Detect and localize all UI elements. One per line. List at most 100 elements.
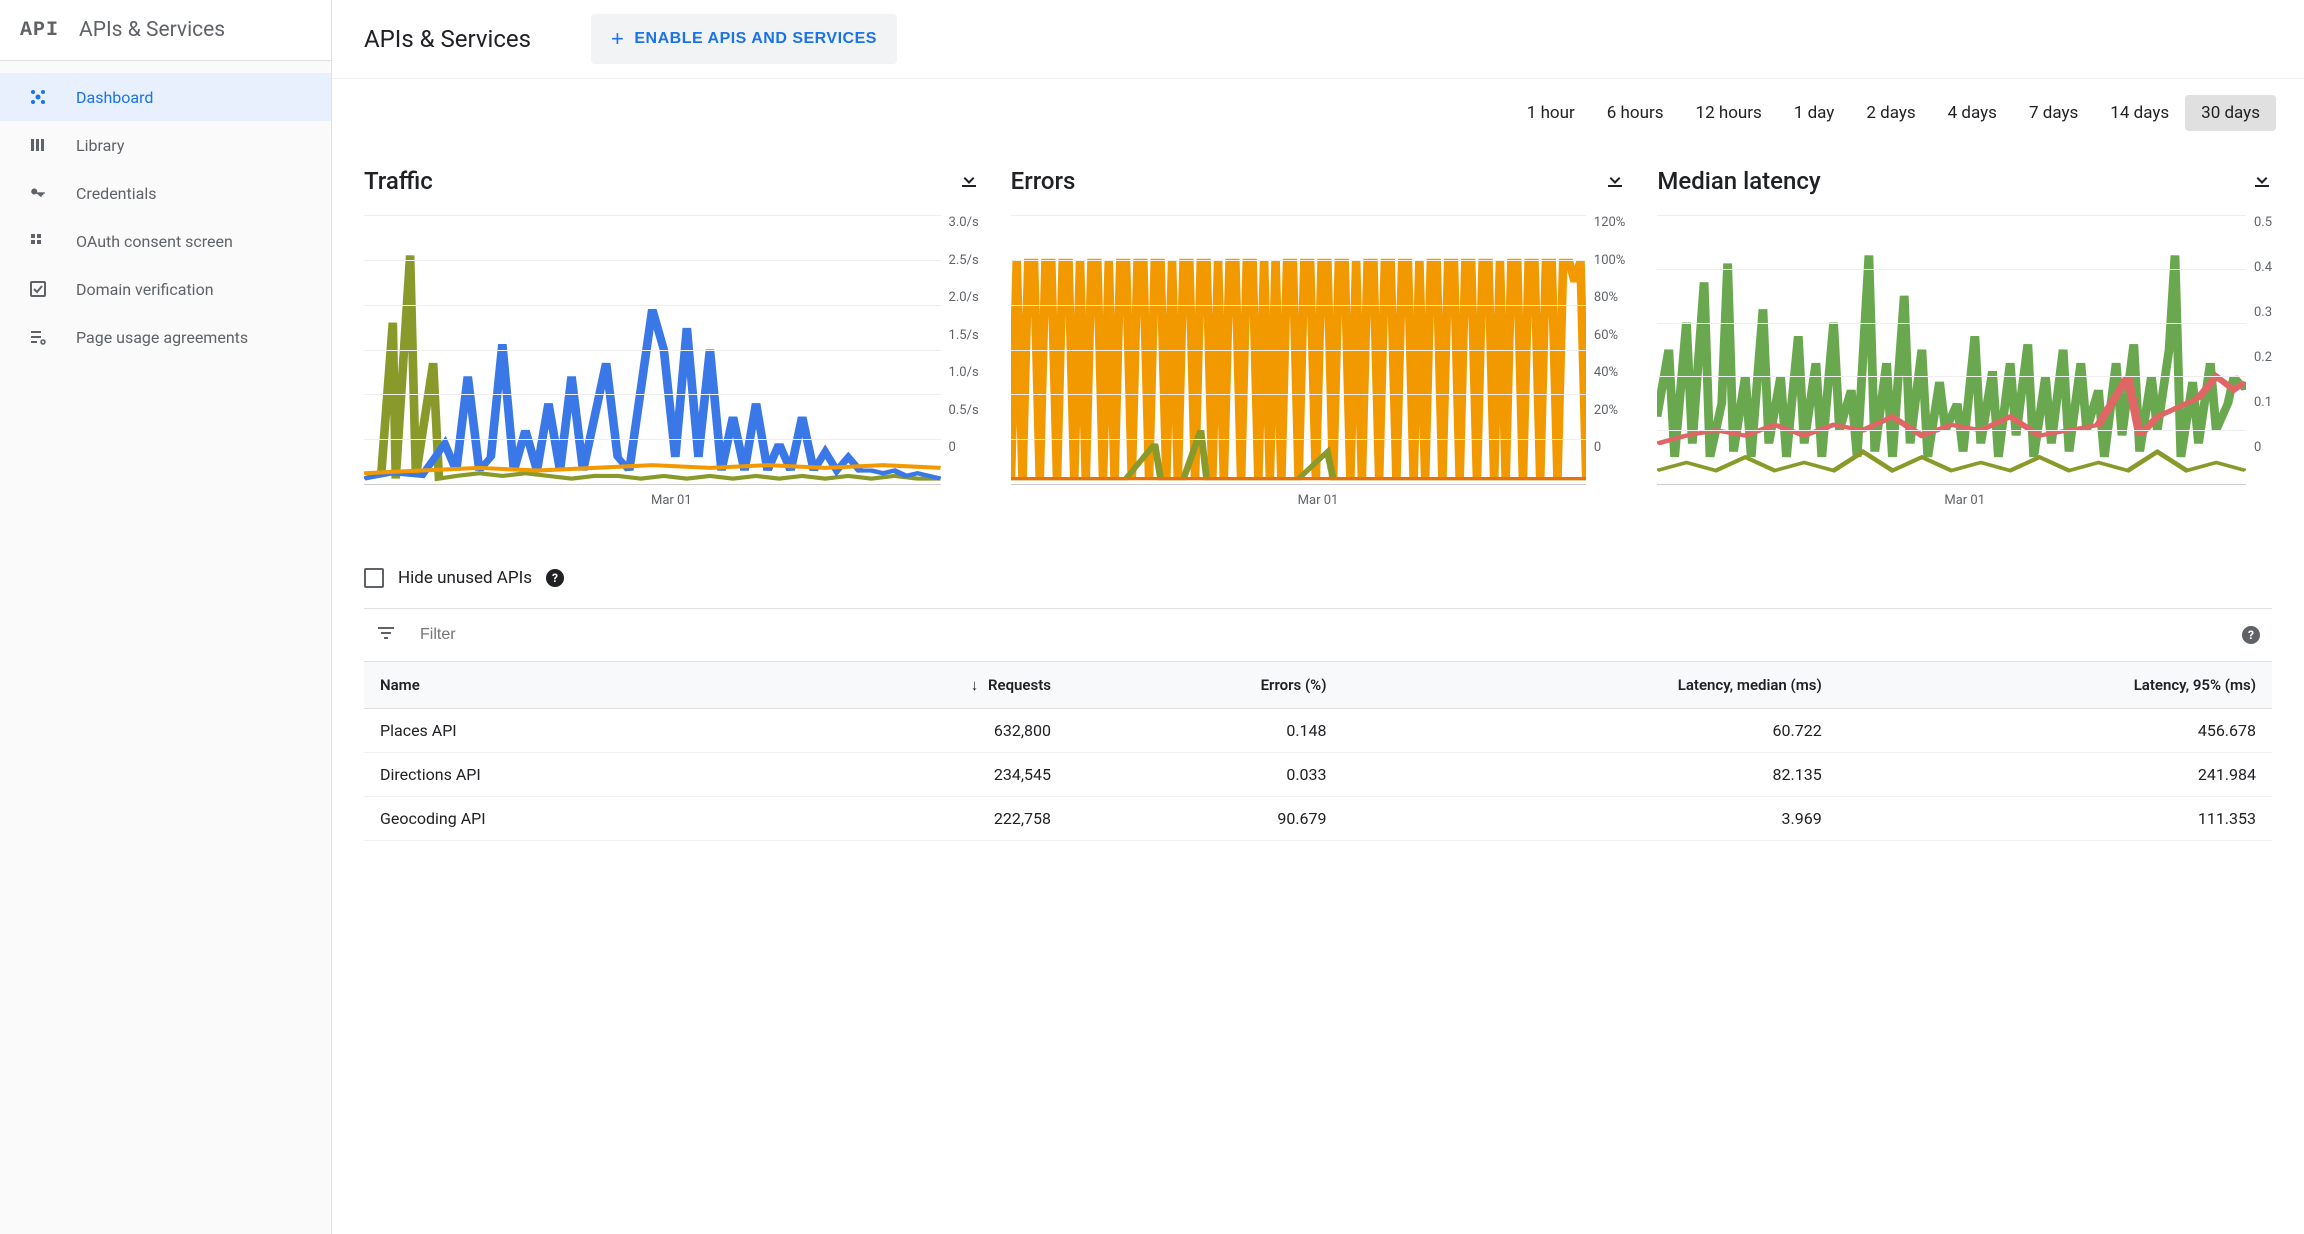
time-range-1-day[interactable]: 1 day <box>1778 95 1851 131</box>
help-icon[interactable]: ? <box>546 569 564 587</box>
download-icon[interactable] <box>959 169 979 193</box>
chart-latency: Median latency <box>1657 167 2272 508</box>
main-header: APIs & Services + ENABLE APIS AND SERVIC… <box>332 0 2304 79</box>
cell-name: Places API <box>364 709 751 753</box>
ylabel: 1.5/s <box>949 328 979 343</box>
ylabel: 3.0/s <box>949 215 979 230</box>
sidebar-title: APIs & Services <box>79 18 225 42</box>
download-icon[interactable] <box>1605 169 1625 193</box>
cell-errors: 0.148 <box>1067 709 1343 753</box>
ylabel: 0 <box>949 440 979 455</box>
time-range-14-days[interactable]: 14 days <box>2094 95 2185 131</box>
sidebar-item-dashboard[interactable]: Dashboard <box>0 73 331 121</box>
chart-ylabels: 3.0/s 2.5/s 2.0/s 1.5/s 1.0/s 0.5/s 0 <box>949 215 979 455</box>
hide-unused-label: Hide unused APIs <box>398 568 532 588</box>
chart-title: Median latency <box>1657 167 1820 195</box>
sidebar-item-label: Domain verification <box>76 280 214 299</box>
cell-latency-median: 82.135 <box>1343 753 1838 797</box>
cell-name: Directions API <box>364 753 751 797</box>
enable-apis-label: ENABLE APIS AND SERVICES <box>634 30 877 48</box>
ylabel: 2.0/s <box>949 290 979 305</box>
sidebar-item-domain-verification[interactable]: Domain verification <box>0 265 331 313</box>
api-logo: API <box>20 19 59 42</box>
table-row[interactable]: Places API 632,800 0.148 60.722 456.678 <box>364 709 2272 753</box>
check-icon <box>28 279 48 299</box>
filter-input[interactable] <box>420 626 2218 644</box>
cell-latency-median: 60.722 <box>1343 709 1838 753</box>
time-range-30-days[interactable]: 30 days <box>2185 95 2276 131</box>
chart-xlabel: Mar 01 <box>1011 493 1626 508</box>
latency-lines <box>1657 215 2246 484</box>
chart-title: Errors <box>1011 167 1076 195</box>
chart-errors: Errors <box>1011 167 1626 508</box>
ylabel: 40% <box>1594 365 1625 380</box>
time-range-6-hours[interactable]: 6 hours <box>1591 95 1680 131</box>
ylabel: 1.0/s <box>949 365 979 380</box>
chart-plot <box>1657 215 2246 485</box>
sidebar-header: API APIs & Services <box>0 0 331 61</box>
ylabel: 0.4 <box>2254 260 2272 275</box>
help-icon[interactable]: ? <box>2242 626 2260 644</box>
table-row[interactable]: Directions API 234,545 0.033 82.135 241.… <box>364 753 2272 797</box>
time-range-4-days[interactable]: 4 days <box>1932 95 2013 131</box>
cell-latency-95: 241.984 <box>1838 753 2272 797</box>
cell-errors: 0.033 <box>1067 753 1343 797</box>
filter-bar: ? <box>364 608 2272 662</box>
library-icon <box>28 135 48 155</box>
ylabel: 20% <box>1594 403 1625 418</box>
sidebar-item-label: OAuth consent screen <box>76 232 233 251</box>
column-label: Requests <box>988 676 1051 694</box>
ylabel: 0.3 <box>2254 305 2272 320</box>
time-range-7-days[interactable]: 7 days <box>2013 95 2094 131</box>
enable-apis-button[interactable]: + ENABLE APIS AND SERVICES <box>591 14 897 64</box>
sort-down-icon: ↓ <box>971 676 979 694</box>
ylabel: 0.5/s <box>949 403 979 418</box>
sidebar-item-page-usage-agreements[interactable]: Page usage agreements <box>0 313 331 361</box>
chart-title: Traffic <box>364 167 433 195</box>
sidebar-item-label: Dashboard <box>76 88 153 107</box>
ylabel: 100% <box>1594 253 1625 268</box>
column-header-requests[interactable]: ↓ Requests <box>751 662 1067 709</box>
ylabel: 0.5 <box>2254 215 2272 230</box>
column-header-latency-95[interactable]: Latency, 95% (ms) <box>1838 662 2272 709</box>
time-range-selector: 1 hour 6 hours 12 hours 1 day 2 days 4 d… <box>332 79 2304 147</box>
time-range-12-hours[interactable]: 12 hours <box>1680 95 1778 131</box>
cell-requests: 234,545 <box>751 753 1067 797</box>
column-header-errors[interactable]: Errors (%) <box>1067 662 1343 709</box>
page-title: APIs & Services <box>364 25 531 53</box>
column-header-name[interactable]: Name <box>364 662 751 709</box>
agreements-icon <box>28 327 48 347</box>
chart-plot <box>364 215 941 485</box>
sidebar-item-library[interactable]: Library <box>0 121 331 169</box>
column-header-latency-median[interactable]: Latency, median (ms) <box>1343 662 1838 709</box>
filter-icon[interactable] <box>376 623 396 647</box>
apis-table: Name ↓ Requests Errors (%) Latency, medi… <box>364 662 2272 841</box>
cell-errors: 90.679 <box>1067 797 1343 841</box>
cell-requests: 222,758 <box>751 797 1067 841</box>
ylabel: 0.1 <box>2254 395 2272 410</box>
chart-ylabels: 0.5 0.4 0.3 0.2 0.1 0 <box>2254 215 2272 455</box>
sidebar-item-oauth-consent[interactable]: OAuth consent screen <box>0 217 331 265</box>
key-icon <box>28 183 48 203</box>
ylabel: 0 <box>1594 440 1625 455</box>
consent-icon <box>28 231 48 251</box>
ylabel: 60% <box>1594 328 1625 343</box>
sidebar: API APIs & Services Dashboard Library <box>0 0 332 1234</box>
hide-unused-apis-row: Hide unused APIs ? <box>332 528 2304 608</box>
charts-row: Traffic <box>332 147 2304 528</box>
hide-unused-checkbox[interactable] <box>364 568 384 588</box>
time-range-1-hour[interactable]: 1 hour <box>1511 95 1591 131</box>
cell-name: Geocoding API <box>364 797 751 841</box>
time-range-2-days[interactable]: 2 days <box>1850 95 1931 131</box>
cell-latency-95: 456.678 <box>1838 709 2272 753</box>
ylabel: 2.5/s <box>949 253 979 268</box>
chart-ylabels: 120% 100% 80% 60% 40% 20% 0 <box>1594 215 1625 455</box>
ylabel: 80% <box>1594 290 1625 305</box>
table-header-row: Name ↓ Requests Errors (%) Latency, medi… <box>364 662 2272 709</box>
download-icon[interactable] <box>2252 169 2272 193</box>
sidebar-nav: Dashboard Library Credentials OAuth cons… <box>0 61 331 361</box>
table-row[interactable]: Geocoding API 222,758 90.679 3.969 111.3… <box>364 797 2272 841</box>
sidebar-item-label: Credentials <box>76 184 157 203</box>
chart-traffic: Traffic <box>364 167 979 508</box>
sidebar-item-credentials[interactable]: Credentials <box>0 169 331 217</box>
